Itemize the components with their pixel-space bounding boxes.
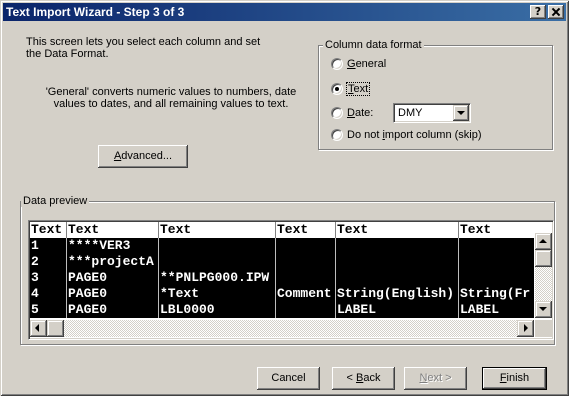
chevron-down-icon (457, 111, 465, 115)
preview-cell[interactable]: ***projectA (66, 254, 158, 270)
radio-label-text[interactable]: Text (346, 82, 371, 96)
preview-cell[interactable] (458, 254, 534, 270)
preview-cell[interactable]: PAGE0 (66, 302, 158, 318)
preview-row: 2 ***projectA (30, 254, 534, 270)
general-format-note-line: values to dates, and all remaining value… (53, 98, 289, 110)
preview-cell[interactable] (275, 254, 335, 270)
intro-text-line: the Data Format. (26, 48, 109, 60)
arrow-up-icon (539, 239, 547, 243)
cancel-button[interactable]: Cancel (257, 367, 320, 390)
arrow-right-icon (524, 324, 528, 332)
radio-button-date[interactable] (331, 107, 343, 119)
preview-cell[interactable] (335, 270, 458, 286)
column-data-format-legend: Column data format (323, 39, 424, 51)
close-button[interactable] (548, 5, 564, 19)
help-button[interactable] (530, 5, 546, 19)
date-format-dropdown-button[interactable] (453, 105, 469, 121)
preview-grid[interactable]: Text Text Text Text Text Text 1 ****VER3 2 ***pro… (30, 222, 534, 318)
scroll-down-button[interactable] (535, 301, 552, 318)
help-icon (530, 5, 546, 19)
radio-option-skip[interactable]: Do not import column (skip) (331, 128, 521, 142)
preview-cell[interactable]: *Text (158, 286, 275, 302)
preview-column-header[interactable]: Text (275, 222, 335, 238)
general-format-note-line: 'General' converts numeric values to num… (45, 86, 297, 98)
vertical-scroll-thumb[interactable] (535, 250, 552, 267)
back-button[interactable]: < Back (332, 367, 395, 390)
preview-cell[interactable]: PAGE0 (66, 286, 158, 302)
preview-cell[interactable] (275, 238, 335, 254)
title-bar[interactable]: Text Import Wizard - Step 3 of 3 (3, 3, 566, 21)
horizontal-scroll-thumb[interactable] (47, 320, 64, 337)
preview-cell[interactable]: 5 (30, 302, 66, 318)
preview-cell[interactable]: String(English) (335, 286, 458, 302)
preview-cell[interactable]: 1 (30, 238, 66, 254)
preview-cell[interactable] (335, 254, 458, 270)
general-format-note: 'General' converts numeric values to num… (30, 86, 312, 110)
preview-column-header[interactable]: Text (335, 222, 458, 238)
preview-row: 5 PAGE0 LBL0000 LABEL LABEL (30, 302, 534, 318)
advanced-button[interactable]: Advanced... (98, 145, 188, 168)
preview-cell[interactable]: 2 (30, 254, 66, 270)
radio-option-text[interactable]: Text (331, 82, 511, 96)
preview-cell[interactable]: LABEL (335, 302, 458, 318)
preview-row: 1 ****VER3 (30, 238, 534, 254)
intro-text: This screen lets you select each column … (26, 36, 260, 60)
preview-cell[interactable]: String(Fr (458, 286, 534, 302)
preview-column-header[interactable]: Text (158, 222, 275, 238)
radio-label-date[interactable]: Date: (347, 106, 373, 120)
preview-cell[interactable]: ****VER3 (66, 238, 158, 254)
preview-cell[interactable]: **PNLPG000.IPW (158, 270, 275, 286)
window-title: Text Import Wizard - Step 3 of 3 (6, 5, 185, 19)
preview-cell[interactable]: PAGE0 (66, 270, 158, 286)
scroll-left-button[interactable] (30, 320, 47, 337)
scroll-up-button[interactable] (535, 233, 552, 250)
radio-button-text[interactable] (331, 83, 343, 95)
preview-cell[interactable]: LABEL (458, 302, 534, 318)
next-button[interactable]: Next > (404, 367, 467, 390)
preview-row: 4 PAGE0 *Text Comment String(English) String(… (30, 286, 534, 302)
preview-cell[interactable]: LBL0000 (158, 302, 275, 318)
preview-cell[interactable] (458, 238, 534, 254)
radio-option-general[interactable]: General (331, 57, 511, 71)
scroll-right-button[interactable] (517, 320, 534, 337)
preview-cell[interactable] (158, 254, 275, 270)
radio-label-skip[interactable]: Do not import column (skip) (347, 128, 482, 142)
preview-cell[interactable] (275, 302, 335, 318)
preview-cell[interactable] (458, 270, 534, 286)
preview-cell[interactable]: 4 (30, 286, 66, 302)
preview-cell[interactable]: Comment (275, 286, 335, 302)
preview-header-row: Text Text Text Text Text Text (30, 222, 534, 238)
date-format-select[interactable]: DMY (393, 103, 471, 123)
finish-button[interactable]: Finish (482, 367, 547, 390)
scrollbar-corner (535, 320, 552, 337)
radio-option-date[interactable]: Date: (331, 106, 391, 120)
preview-column-header[interactable]: Text (458, 222, 534, 238)
preview-cell[interactable]: 3 (30, 270, 66, 286)
preview-cell[interactable] (275, 270, 335, 286)
close-icon (552, 8, 560, 16)
preview-cell[interactable] (335, 238, 458, 254)
arrow-down-icon (539, 307, 547, 311)
preview-column-header[interactable]: Text (66, 222, 158, 238)
radio-button-skip[interactable] (331, 129, 343, 141)
dialog-window: Text Import Wizard - Step 3 of 3 This sc… (0, 0, 569, 396)
horizontal-scrollbar[interactable] (30, 320, 534, 337)
date-format-value: DMY (398, 107, 423, 119)
radio-label-general[interactable]: General (347, 57, 386, 71)
vertical-scrollbar[interactable] (535, 233, 552, 318)
intro-text-line: This screen lets you select each column … (26, 36, 261, 48)
data-preview-box: Text Text Text Text Text Text 1 ****VER3 2 ***pro… (28, 220, 554, 340)
preview-cell[interactable] (158, 238, 275, 254)
preview-row: 3 PAGE0 **PNLPG000.IPW (30, 270, 534, 286)
data-preview-legend: Data preview (21, 195, 90, 207)
arrow-left-icon (35, 324, 39, 332)
preview-column-header[interactable]: Text (30, 222, 66, 238)
radio-button-general[interactable] (331, 58, 343, 70)
